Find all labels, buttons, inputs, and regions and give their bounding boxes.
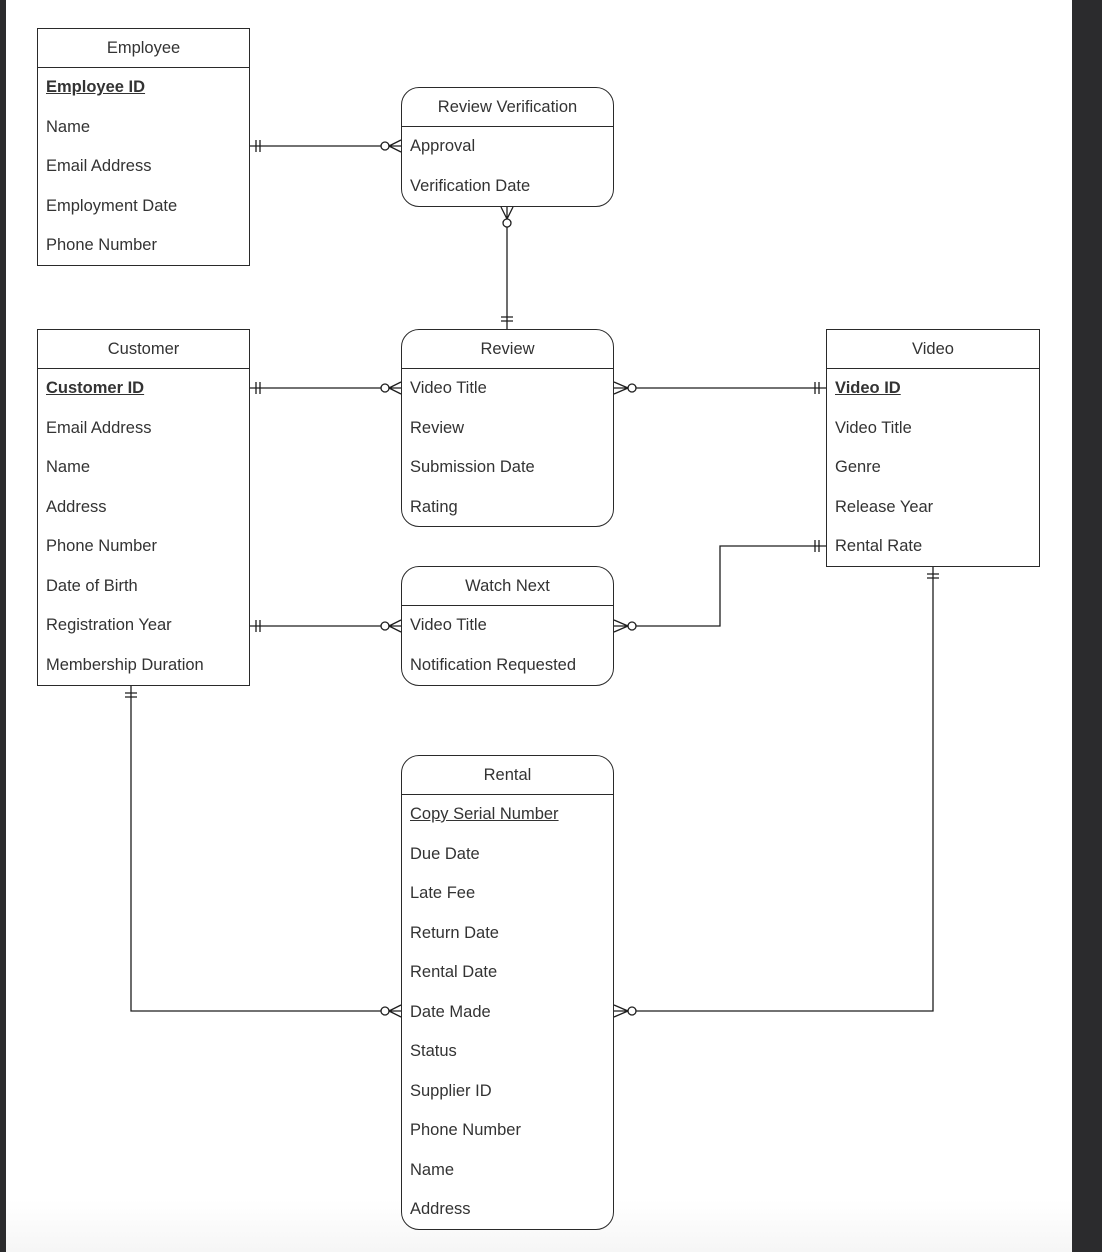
attribute: Late Fee bbox=[410, 884, 476, 902]
attribute: Address bbox=[46, 497, 107, 516]
attribute: Name bbox=[46, 117, 91, 136]
entity-customer[interactable]: Customer Customer ID Email Address Name … bbox=[37, 329, 250, 686]
attribute: Status bbox=[410, 1042, 457, 1060]
entity-video[interactable]: Video Video ID Video Title Genre Release… bbox=[826, 329, 1040, 567]
attribute: Membership Duration bbox=[46, 655, 204, 674]
attribute: Address bbox=[410, 1200, 471, 1218]
attribute: Supplier ID bbox=[410, 1081, 492, 1100]
attribute: Date of Birth bbox=[46, 576, 138, 595]
attribute-primary-key: Employee ID bbox=[46, 78, 146, 96]
attribute: Review bbox=[410, 418, 465, 437]
right-window-border bbox=[1072, 0, 1102, 1252]
attribute: Approval bbox=[410, 137, 476, 155]
attribute: Rental Date bbox=[410, 963, 498, 981]
attribute: Name bbox=[46, 458, 91, 476]
attribute: Email Address bbox=[46, 157, 152, 175]
attribute: Registration Year bbox=[46, 616, 172, 634]
attribute: Rating bbox=[410, 497, 458, 516]
attribute: Return Date bbox=[410, 923, 499, 942]
attribute: Due Date bbox=[410, 844, 480, 863]
attribute: Notification Requested bbox=[410, 655, 577, 674]
attribute: Phone Number bbox=[46, 537, 157, 555]
entity-employee[interactable]: Employee Employee ID Name Email Address … bbox=[37, 28, 250, 266]
attribute-primary-key: Customer ID bbox=[46, 379, 145, 397]
entity-title: Review bbox=[402, 330, 613, 369]
attribute: Video Title bbox=[410, 616, 487, 634]
entity-title: Customer bbox=[38, 330, 249, 369]
entity-title: Rental bbox=[402, 756, 613, 795]
attribute: Verification Date bbox=[410, 176, 531, 195]
attribute-primary-key: Video ID bbox=[835, 379, 901, 397]
attribute: Video Title bbox=[835, 418, 912, 437]
attribute: Genre bbox=[835, 458, 881, 476]
attribute: Phone Number bbox=[410, 1121, 521, 1139]
entity-title: Watch Next bbox=[402, 567, 613, 606]
attribute: Submission Date bbox=[410, 458, 535, 476]
entity-watch-next[interactable]: Watch Next Video Title Notification Requ… bbox=[401, 566, 614, 686]
attribute: Release Year bbox=[835, 497, 934, 516]
entity-rental[interactable]: Rental Copy Serial Number Due Date Late … bbox=[401, 755, 614, 1230]
attribute: Phone Number bbox=[46, 236, 157, 254]
attribute: Date Made bbox=[410, 1002, 491, 1021]
attribute: Name bbox=[410, 1160, 455, 1179]
attribute: Email Address bbox=[46, 418, 152, 437]
attribute: Rental Rate bbox=[835, 537, 923, 555]
attribute: Video Title bbox=[410, 379, 487, 397]
attribute-key: Copy Serial Number bbox=[410, 805, 559, 823]
attribute: Employment Date bbox=[46, 196, 178, 215]
entity-title: Employee bbox=[38, 29, 249, 68]
entity-review-verification[interactable]: Review Verification Approval Verificatio… bbox=[401, 87, 614, 207]
entity-title: Review Verification bbox=[402, 88, 613, 127]
entity-review[interactable]: Review Video Title Review Submission Dat… bbox=[401, 329, 614, 527]
entity-title: Video bbox=[827, 330, 1039, 369]
